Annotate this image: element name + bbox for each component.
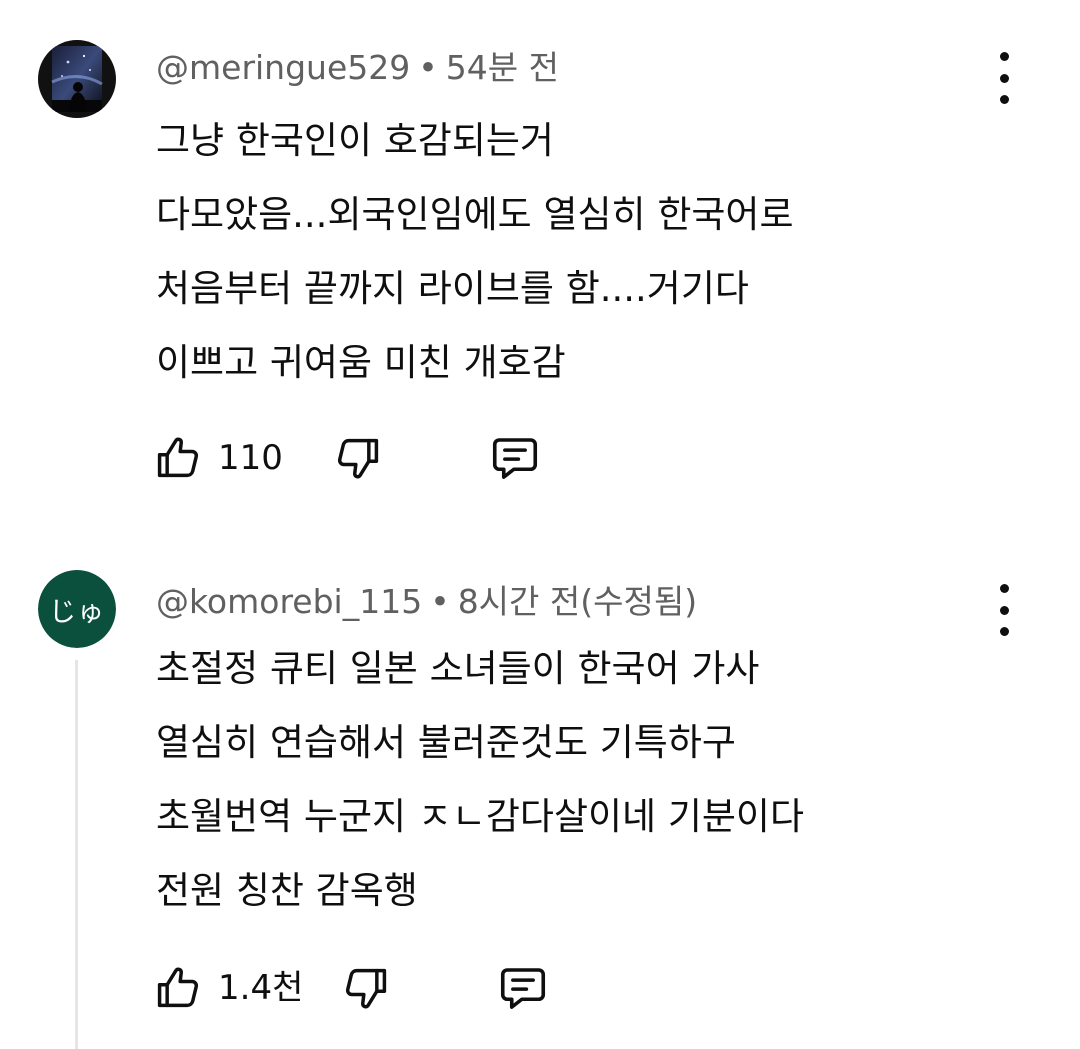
more-vertical-icon[interactable]	[990, 584, 1018, 636]
reply-button[interactable]	[496, 958, 550, 1018]
dislike-button[interactable]	[332, 428, 384, 488]
comment-time[interactable]: 54분 전	[446, 48, 559, 87]
meta-separator: •	[430, 582, 450, 621]
avatar[interactable]	[38, 40, 116, 118]
thumbs-up-icon	[157, 967, 199, 1008]
comment-actions: 1.4천	[152, 958, 752, 1018]
thumbs-up-icon	[157, 437, 199, 478]
thumbs-down-icon	[337, 438, 379, 479]
reply-thread-line	[75, 660, 78, 1049]
like-button[interactable]: 1.4천	[152, 958, 303, 1018]
reply-comment-icon	[492, 438, 538, 479]
avatar[interactable]: じゅ	[38, 570, 116, 648]
comment-text: 초절정 큐티 일본 소녀들이 한국어 가사 열심히 연습해서 불러준것도 기특하…	[156, 632, 1036, 928]
more-vertical-icon[interactable]	[990, 52, 1018, 104]
avatar-initials: じゅ	[38, 570, 116, 648]
comment-text-line: 처음부터 끝까지 라이브를 함....거기다	[156, 267, 749, 310]
comment-author[interactable]: @meringue529	[156, 48, 410, 87]
comment-text: 그냥 한국인이 호감되는거 다모았음...외국인임에도 열심히 한국어로 처음부…	[156, 104, 1036, 400]
comment-author[interactable]: @komorebi_115	[156, 582, 422, 621]
thumbs-down-icon	[345, 968, 387, 1009]
comment-text-line: 초절정 큐티 일본 소녀들이 한국어 가사	[156, 647, 760, 690]
comment-text-line: 이쁘고 귀여움 미친 개호감	[156, 341, 566, 384]
comment-time[interactable]: 8시간 전(수정됨)	[458, 582, 697, 621]
comment-meta: @meringue529 • 54분 전	[156, 48, 559, 88]
comment-actions: 110	[152, 428, 752, 488]
night-sky-photo-icon	[38, 40, 116, 118]
comment-text-line: 전원 칭찬 감옥행	[156, 869, 418, 912]
comments-list: @meringue529 • 54분 전 그냥 한국인이 호감되는거 다모았음...…	[0, 0, 1080, 1049]
comment-text-line: 다모았음...외국인임에도 열심히 한국어로	[156, 193, 794, 236]
reply-comment-icon	[500, 968, 546, 1009]
reply-button[interactable]	[488, 428, 542, 488]
comment-text-line: 초월번역 누군지 ㅈㄴ감다살이네 기분이다	[156, 795, 805, 838]
like-button[interactable]: 110	[152, 428, 283, 488]
comment-text-line: 열심히 연습해서 불러준것도 기특하구	[156, 721, 736, 764]
comment-text-line: 그냥 한국인이 호감되는거	[156, 119, 554, 162]
like-count: 1.4천	[218, 968, 304, 1008]
comment-meta: @komorebi_115 • 8시간 전(수정됨)	[156, 582, 697, 622]
dislike-button[interactable]	[340, 958, 392, 1018]
meta-separator: •	[418, 48, 438, 87]
like-count: 110	[218, 438, 283, 478]
